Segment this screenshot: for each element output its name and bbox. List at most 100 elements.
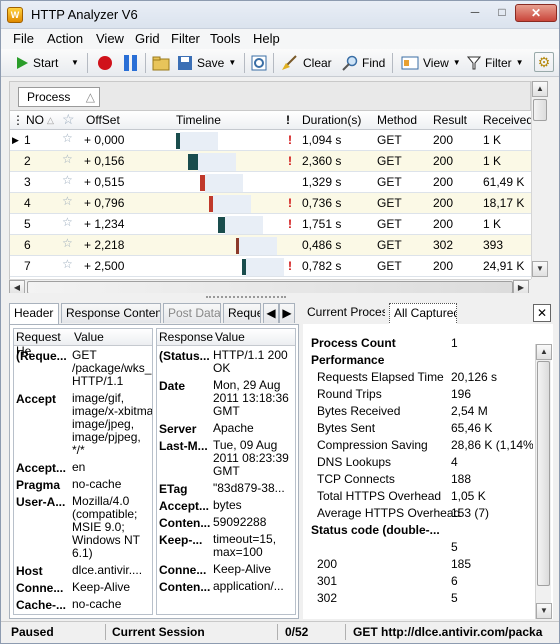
table-row[interactable]: 3 ☆ + 0,515 1,329 s GET 200 61,49 K — [10, 172, 531, 193]
save-button[interactable]: Save ▼ — [177, 52, 236, 74]
start-button[interactable]: Start — [15, 52, 58, 74]
tab-request[interactable]: Reque — [223, 303, 261, 323]
record-icon — [98, 56, 112, 70]
clear-button[interactable]: Clear — [281, 52, 332, 74]
column-alert[interactable]: ! — [286, 113, 290, 127]
favorite-star-icon[interactable]: ☆ — [62, 131, 73, 145]
favorite-star-icon[interactable]: ☆ — [62, 257, 73, 271]
column-no[interactable]: NO — [26, 113, 44, 127]
tab-scroll-right-icon[interactable]: ▶ — [279, 303, 295, 323]
group-chip-process[interactable]: Process △ — [18, 87, 100, 107]
header-entry[interactable]: Conne... Keep-Alive — [14, 581, 152, 598]
favorite-star-icon[interactable]: ☆ — [62, 194, 73, 208]
grid-vertical-scrollbar[interactable]: ▲ ▼ — [531, 81, 549, 279]
header-entry[interactable]: Last-M... Tue, 09 Aug 2011 08:23:39 GMT — [157, 439, 295, 482]
header-entry[interactable]: Conne... Keep-Alive — [157, 563, 295, 580]
menu-bar: File Action View Grid Filter Tools Help — [1, 29, 559, 49]
header-entry[interactable]: Cache-... no-cache — [14, 598, 152, 614]
stats-scroll-up-icon[interactable]: ▲ — [536, 344, 552, 360]
cell-no: 2 — [24, 154, 31, 168]
header-entry-value: Tue, 09 Aug 2011 08:23:39 GMT — [213, 438, 289, 478]
header-entry[interactable]: Pragma no-cache — [14, 478, 152, 495]
table-row[interactable]: ▶ 1 ☆ + 0,000! 1,094 s GET 200 1 K — [10, 130, 531, 151]
header-entry[interactable]: Date Mon, 29 Aug 2011 13:18:36 GMT — [157, 379, 295, 422]
favorite-star-icon[interactable]: ☆ — [62, 215, 73, 229]
favorite-star-icon[interactable]: ☆ — [62, 173, 73, 187]
start-dropdown-icon[interactable]: ▼ — [71, 52, 79, 74]
column-duration[interactable]: Duration(s) — [302, 113, 361, 127]
table-row[interactable]: 6 ☆ + 2,218 0,486 s GET 302 393 — [10, 235, 531, 256]
view-dropdown-icon[interactable]: ▼ — [453, 52, 461, 74]
close-panel-icon[interactable]: ✕ — [533, 304, 551, 322]
header-entry-key: Keep-... — [159, 533, 203, 547]
header-entry[interactable]: Keep-... timeout=15, max=100 — [157, 533, 295, 563]
menu-file[interactable]: File — [13, 31, 34, 46]
menu-filter[interactable]: Filter — [171, 31, 200, 46]
view-button[interactable]: View ▼ — [401, 52, 461, 74]
request-header-value-column: Value — [74, 330, 104, 344]
header-entry[interactable]: Host dlce.antivir.... — [14, 564, 152, 581]
stats-scrollbar[interactable]: ▲ ▼ — [535, 344, 552, 619]
header-entry[interactable]: Conten... application/... — [157, 580, 295, 597]
column-received[interactable]: Received — [483, 113, 531, 127]
cell-result: 200 — [433, 154, 454, 168]
favorite-star-icon[interactable]: ☆ — [62, 152, 73, 166]
column-result[interactable]: Result — [433, 113, 467, 127]
pause-button[interactable] — [123, 52, 139, 74]
scroll-thumb[interactable] — [533, 99, 547, 121]
menu-grid[interactable]: Grid — [135, 31, 160, 46]
header-entry[interactable]: Conten... 59092288 — [157, 516, 295, 533]
header-entry[interactable]: Accept... bytes — [157, 499, 295, 516]
refresh-button[interactable] — [251, 52, 267, 74]
menu-view[interactable]: View — [96, 31, 124, 46]
filter-button[interactable]: Filter ▼ — [467, 52, 524, 74]
open-button[interactable] — [152, 52, 170, 74]
table-row[interactable]: 4 ☆ + 0,796! 0,736 s GET 200 18,17 K — [10, 193, 531, 214]
header-entry[interactable]: User-A... Mozilla/4.0 (compatible; MSIE 9… — [14, 495, 152, 564]
header-entry-key: Conne... — [16, 581, 64, 595]
horizontal-splitter[interactable] — [1, 293, 559, 301]
find-button[interactable]: Find — [342, 52, 385, 74]
header-entry[interactable]: Accept... en — [14, 461, 152, 478]
tab-header[interactable]: Header — [9, 303, 59, 325]
header-entry-key: User-A... — [16, 495, 66, 509]
toolbar-separator — [273, 53, 274, 73]
maximize-button[interactable]: □ — [488, 4, 516, 22]
stats-value: 4 — [451, 455, 458, 469]
record-button[interactable] — [97, 52, 113, 74]
column-method[interactable]: Method — [377, 113, 417, 127]
stats-scroll-down-icon[interactable]: ▼ — [536, 603, 552, 619]
header-entry[interactable]: (Reque... GET /package/wks_ HTTP/1.1 — [14, 349, 152, 392]
table-row[interactable]: 5 ☆ + 1,234! 1,751 s GET 200 1 K — [10, 214, 531, 235]
favorite-star-icon[interactable]: ☆ — [62, 236, 73, 250]
menu-help[interactable]: Help — [253, 31, 280, 46]
tab-response-content[interactable]: Response Content — [61, 303, 161, 323]
header-entry[interactable]: Server Apache — [157, 422, 295, 439]
scroll-up-icon[interactable]: ▲ — [532, 81, 548, 97]
table-row[interactable]: 7 ☆ + 2,500! 0,782 s GET 200 24,91 K — [10, 256, 531, 277]
filter-dropdown-icon[interactable]: ▼ — [516, 52, 524, 74]
column-chooser-icon[interactable]: ⋮ — [12, 113, 24, 127]
stats-label: Bytes Received — [317, 404, 401, 418]
menu-tools[interactable]: Tools — [210, 31, 240, 46]
header-entry[interactable]: ETag "83d879-38... — [157, 482, 295, 499]
menu-action[interactable]: Action — [47, 31, 83, 46]
tab-scroll-left-icon[interactable]: ◀ — [263, 303, 279, 323]
table-row[interactable]: 2 ☆ + 0,156! 2,360 s GET 200 1 K — [10, 151, 531, 172]
column-offset[interactable]: OffSet — [86, 113, 120, 127]
tab-post-data[interactable]: Post Data — [163, 303, 221, 323]
tab-current-process[interactable]: Current Process — [303, 303, 385, 323]
scroll-down-icon[interactable]: ▼ — [532, 261, 548, 277]
header-entry[interactable]: (Status... HTTP/1.1 200 OK — [157, 349, 295, 379]
minimize-button[interactable]: ─ — [461, 4, 489, 22]
tab-all-captured[interactable]: All Captured — [389, 303, 457, 325]
stats-scroll-thumb[interactable] — [537, 361, 550, 586]
settings-button[interactable]: ⚙ — [534, 52, 554, 72]
header-entry[interactable]: Accept image/gif, image/x-xbitma image/jp… — [14, 392, 152, 461]
header-entry-value: Mon, 29 Aug 2011 13:18:36 GMT — [213, 378, 289, 418]
splitter-grip — [206, 296, 286, 298]
save-dropdown-icon[interactable]: ▼ — [228, 52, 236, 74]
column-timeline[interactable]: Timeline — [176, 113, 221, 127]
alert-icon: ! — [288, 154, 292, 168]
close-window-button[interactable]: ✕ — [515, 4, 557, 22]
